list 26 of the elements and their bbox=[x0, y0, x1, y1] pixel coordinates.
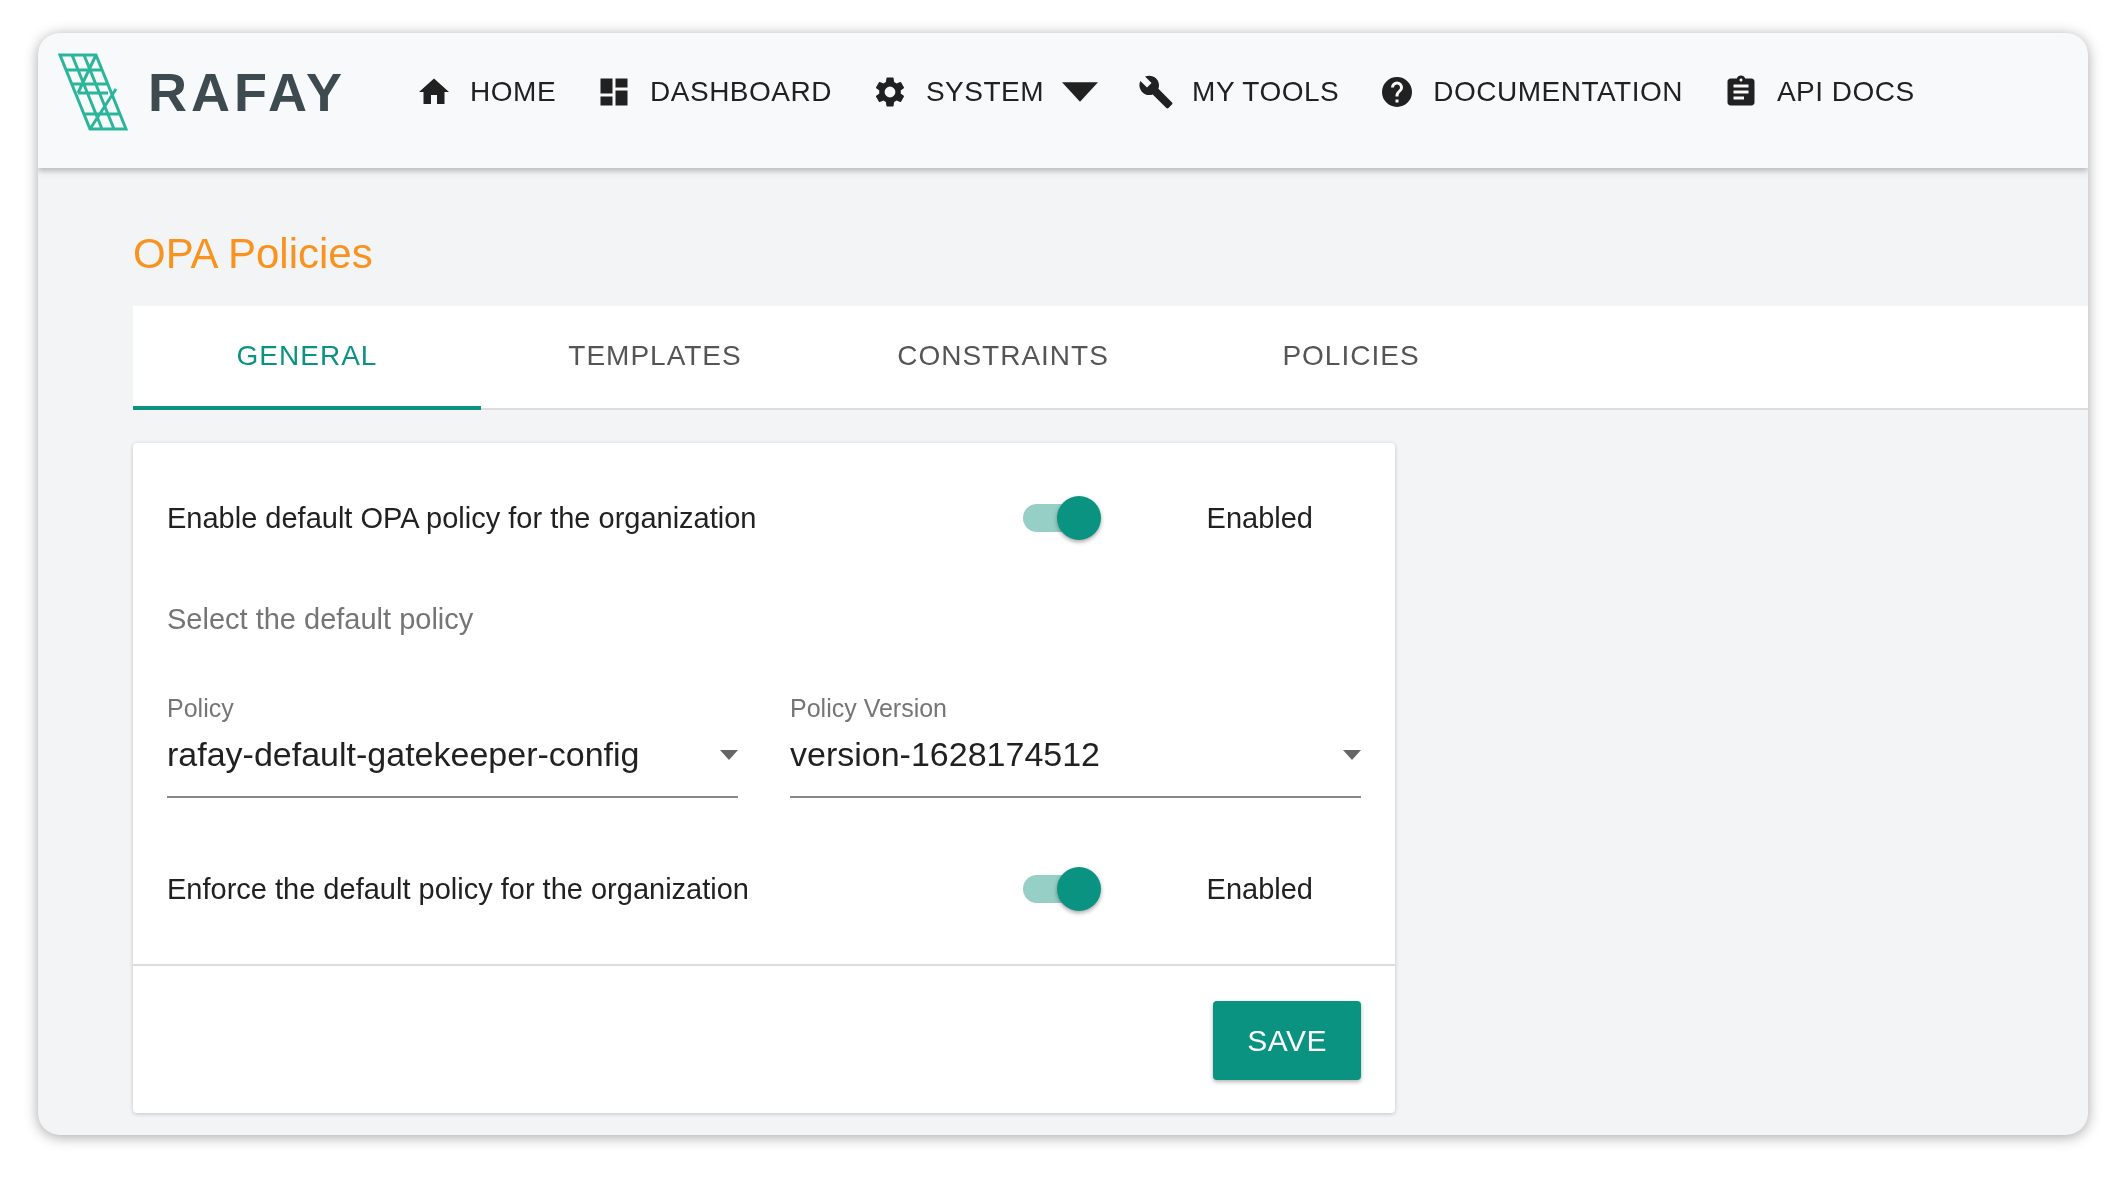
nav-link[interactable]: MY TOOLS bbox=[1138, 73, 1340, 110]
status-text: Enabled bbox=[1206, 501, 1314, 535]
tab[interactable]: GENERAL bbox=[133, 306, 481, 410]
toggle-label: Enforce the default policy for the organization bbox=[167, 872, 750, 906]
nav-link[interactable]: SYSTEM bbox=[871, 73, 1099, 110]
caret-icon bbox=[720, 749, 738, 760]
nav-link[interactable]: API DOCS bbox=[1722, 73, 1915, 110]
section-label: Select the default policy bbox=[167, 603, 475, 636]
tab[interactable]: CONSTRAINTS bbox=[829, 306, 1177, 410]
toggle-switch[interactable] bbox=[1021, 865, 1101, 913]
tab[interactable]: POLICIES bbox=[1177, 306, 1525, 410]
nav-link[interactable]: DOCUMENTATION bbox=[1379, 73, 1683, 110]
toggle-label: Enable default OPA policy for the organization bbox=[167, 501, 758, 535]
caret-icon bbox=[1343, 749, 1361, 760]
tab[interactable]: TEMPLATES bbox=[481, 306, 829, 410]
dropdown-field[interactable]: Policy rafay-default-gatekeeper-config bbox=[167, 694, 738, 798]
nav-link[interactable]: DASHBOARD bbox=[596, 73, 832, 110]
logo-text: RAFAY bbox=[148, 60, 347, 123]
logo-icon bbox=[58, 52, 128, 131]
save-button[interactable]: SAVE bbox=[1213, 1001, 1361, 1080]
toggle-switch[interactable] bbox=[1021, 494, 1101, 542]
status-text: Enabled bbox=[1206, 872, 1314, 906]
dropdown-field[interactable]: Policy Version version-1628174512 bbox=[790, 694, 1361, 798]
wrench-icon bbox=[1138, 73, 1175, 110]
page-title: OPA Policies bbox=[133, 230, 374, 278]
nav-link[interactable]: HOME bbox=[416, 73, 557, 110]
